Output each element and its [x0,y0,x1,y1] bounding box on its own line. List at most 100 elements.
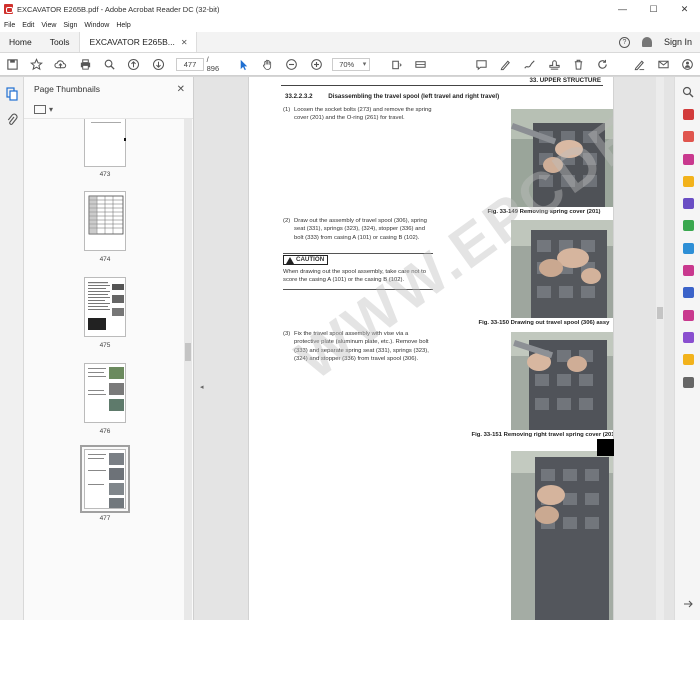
menu-help[interactable]: Help [116,22,130,29]
email-icon[interactable] [651,53,675,76]
page-number-input[interactable]: 477 [176,57,204,71]
acrobat-workspace: Page Thumbnails ✕ ▾ 473 474 475 476 477 … [0,76,700,620]
menu-view[interactable]: View [41,22,56,29]
create-pdf-icon[interactable] [675,126,700,148]
document-scroll-thumb[interactable] [657,307,663,319]
step-2-text: Draw out the assembly of travel spool (3… [294,218,427,241]
menu-bar: File Edit View Sign Window Help [0,18,700,32]
share-user-icon[interactable] [676,53,700,76]
previous-page-icon[interactable] [122,53,146,76]
fit-page-icon[interactable] [384,53,408,76]
caution-badge: CAUTION [283,255,329,265]
zoom-level-value: 70% [332,57,371,71]
thumbnails-panel-title: Page Thumbnails [34,84,100,94]
caution-rule-bottom [283,289,433,290]
document-scrollbar[interactable] [656,77,664,620]
page-total: / 896 [206,55,220,73]
more-tools-wrench-icon[interactable] [675,371,700,393]
tab-document[interactable]: EXCAVATOR E265B... ✕ [78,32,197,52]
step-1-text: Loosen the socket bolts (273) and remove… [294,107,432,122]
photo-drawing-out-spool [511,220,613,318]
figure-caption-149: Fig. 33-149 Removing spring cover (201) [487,209,601,215]
acrobat-logo-icon [4,4,13,14]
menu-file[interactable]: File [4,22,15,29]
draw-freehand-icon[interactable] [518,53,542,76]
zoom-out-icon[interactable] [280,53,304,76]
collapse-left-pane-icon[interactable]: ◂ [200,383,204,391]
step-1: (1) Loosen the socket bolts (273) and re… [283,106,433,123]
next-page-icon[interactable] [146,53,170,76]
thumbnails-scrollbar[interactable] [184,119,192,620]
save-icon[interactable] [0,53,24,76]
tab-home[interactable]: Home [0,32,41,52]
thumbnail-page-476[interactable] [84,363,126,423]
protect-shield-icon[interactable] [675,282,700,304]
fill-and-sign-icon[interactable] [675,259,700,281]
section-title: Disassembling the travel spool (left tra… [328,93,500,100]
print-icon[interactable] [73,53,97,76]
menu-edit[interactable]: Edit [22,22,34,29]
export-pdf-icon[interactable] [675,103,700,125]
organize-pages-icon[interactable] [675,215,700,237]
request-signature-icon[interactable] [675,326,700,348]
comment-icon[interactable] [469,53,493,76]
zoom-in-icon[interactable] [304,53,328,76]
photo-removing-spring-cover [511,109,613,207]
scan-ocr-icon[interactable] [675,237,700,259]
thumbnail-page-474[interactable] [84,191,126,251]
send-for-review-icon[interactable] [675,349,700,371]
minimize-button[interactable]: — [607,0,638,18]
thumbnail-label-476: 476 [99,428,111,435]
expand-tools-pane-icon[interactable] [675,593,700,615]
help-icon[interactable]: ? [618,36,630,48]
thumbnail-options-icon [34,105,46,114]
thumbnail-page-477[interactable] [80,445,130,513]
document-tab-label: EXCAVATOR E265B... [89,37,175,47]
close-panel-icon[interactable]: ✕ [177,84,185,95]
thumbnail-476-photos-image [88,367,124,411]
main-toolbar: 477 / 896 70% [0,53,700,76]
left-navigation-rail [0,77,24,620]
window-controls: — ☐ ✕ [607,0,700,18]
cloud-upload-icon[interactable] [49,53,73,76]
zoom-search-icon[interactable] [97,53,121,76]
page-layout-icon[interactable] [409,53,433,76]
fill-sign-icon[interactable] [627,53,651,76]
thumbnails-scroll-thumb[interactable] [185,343,191,361]
section-number: 33.2.2.3.2 [285,93,313,100]
notification-bell-icon[interactable] [641,37,652,47]
tab-tools[interactable]: Tools [41,32,79,52]
maximize-button[interactable]: ☐ [638,0,669,18]
figure-caption-150: Fig. 33-150 Drawing out travel spool (30… [478,320,610,326]
attachments-paperclip-icon[interactable] [0,107,24,133]
close-tab-icon[interactable]: ✕ [181,38,188,47]
hand-tool-icon[interactable] [255,53,279,76]
close-window-button[interactable]: ✕ [669,0,700,18]
thumbnails-panel-header: Page Thumbnails ✕ [24,77,193,101]
thumbnail-page-473[interactable] [84,119,126,167]
sign-in-link[interactable]: Sign In [664,37,692,47]
zoom-level-select[interactable]: 70% [332,57,371,71]
comment-tool-icon[interactable] [675,170,700,192]
select-cursor-icon[interactable] [231,53,255,76]
bookmark-star-icon[interactable] [24,53,48,76]
thumbnail-options-menu[interactable]: ▾ [24,101,193,119]
page-thumbnails-panel: Page Thumbnails ✕ ▾ 473 474 475 476 477 [24,77,194,620]
tab-bar-actions: ? Sign In [618,32,700,52]
stamp-icon[interactable] [542,53,566,76]
edit-pdf-icon[interactable] [675,148,700,170]
page-thumbnails-icon[interactable] [0,81,24,107]
highlight-pen-icon[interactable] [493,53,517,76]
photo-fixing-spool-assembly [511,451,613,620]
combine-files-icon[interactable] [675,192,700,214]
delete-trash-icon[interactable] [566,53,590,76]
chevron-down-icon: ▾ [49,105,54,114]
prepare-form-icon[interactable] [675,304,700,326]
step-3-index: (3) [283,331,291,337]
menu-window[interactable]: Window [84,22,109,29]
search-tool-icon[interactable] [675,81,700,103]
menu-sign[interactable]: Sign [63,22,77,29]
rotate-icon[interactable] [591,53,615,76]
page-navigator: 477 / 896 [176,55,222,73]
thumbnail-page-475[interactable] [84,277,126,337]
